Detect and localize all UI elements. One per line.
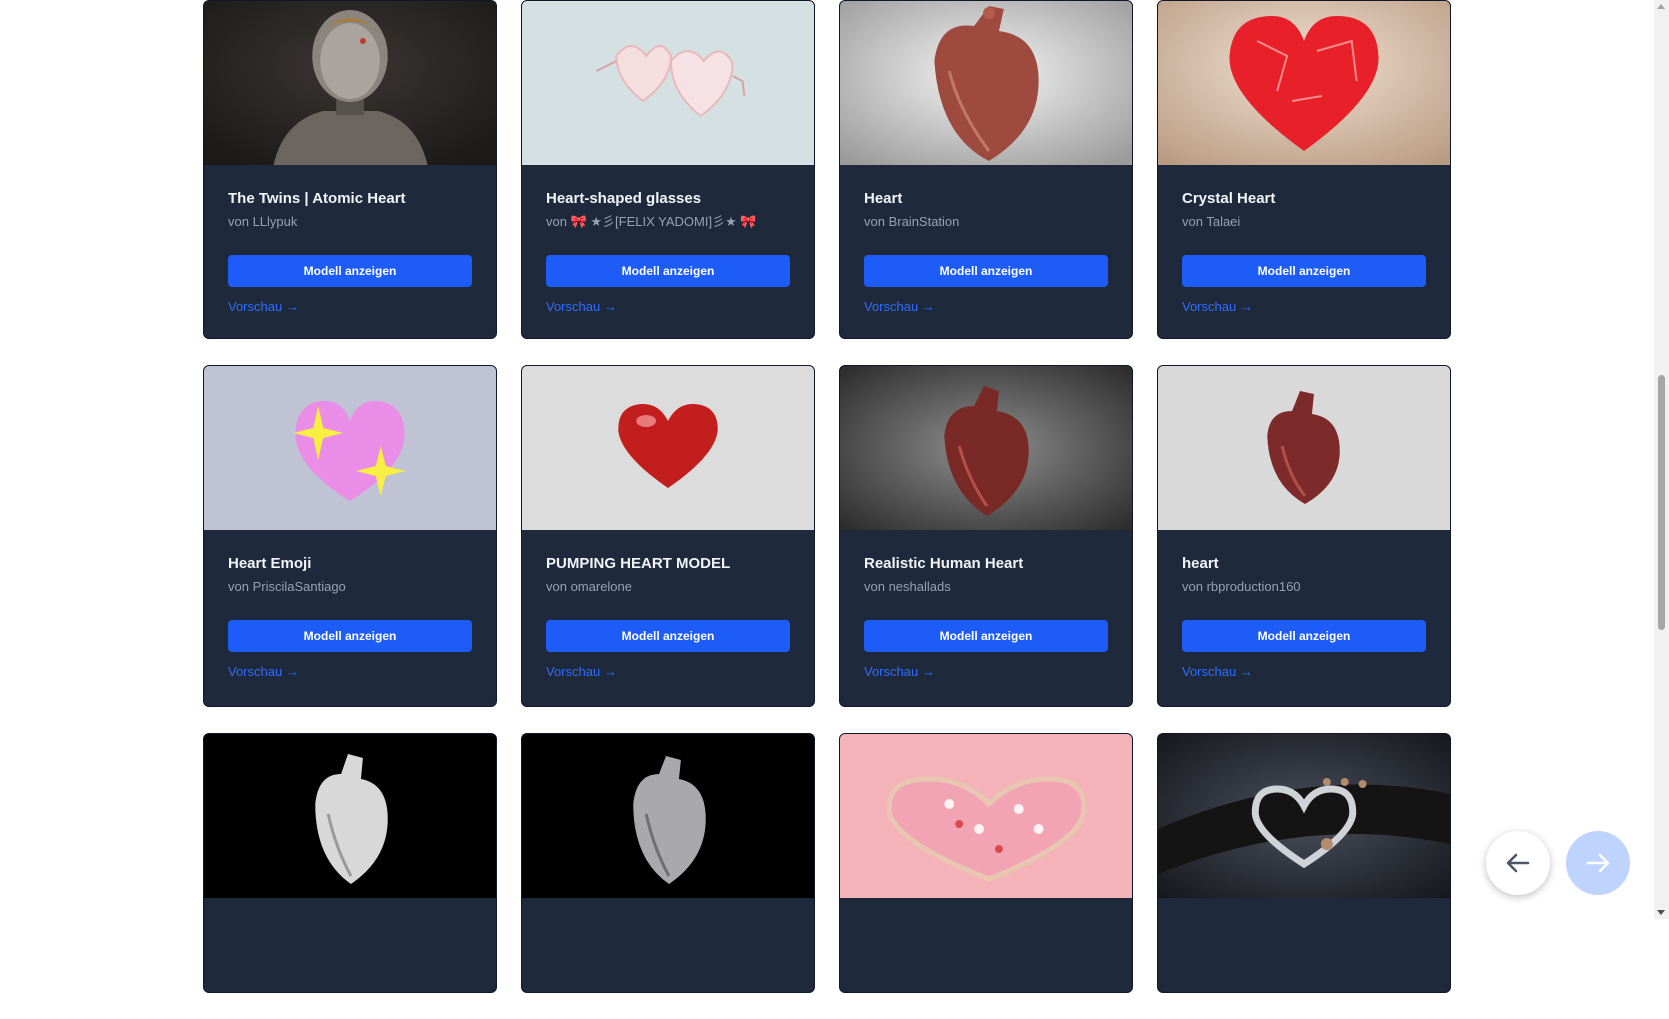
model-title: PUMPING HEART MODEL	[546, 555, 731, 572]
preview-link[interactable]: Vorschau →	[228, 299, 299, 314]
scroll-down-icon[interactable]	[1657, 910, 1665, 915]
view-model-button[interactable]: Modell anzeigen	[1182, 255, 1426, 287]
model-thumbnail[interactable]	[522, 366, 814, 530]
model-author: von 🎀 ★彡[FELIX YADOMI]彡★ 🎀	[546, 214, 757, 229]
model-title: The Twins | Atomic Heart	[228, 190, 406, 207]
model-card	[203, 733, 497, 993]
model-card	[839, 733, 1133, 993]
preview-link[interactable]: Vorschau →	[228, 664, 299, 679]
model-author: von LLlypuk	[228, 214, 298, 229]
arrow-right-icon	[1586, 853, 1610, 873]
model-thumbnail[interactable]	[204, 366, 496, 530]
view-model-button[interactable]: Modell anzeigen	[1182, 620, 1426, 652]
model-card: Crystal Heart von Talaei Modell anzeigen…	[1157, 0, 1451, 339]
previous-page-button[interactable]	[1486, 831, 1550, 895]
model-card: heart von rbproduction160 Modell anzeige…	[1157, 365, 1451, 707]
model-author: von neshallads	[864, 579, 951, 594]
model-card: PUMPING HEART MODEL von omarelone Modell…	[521, 365, 815, 707]
model-title: Realistic Human Heart	[864, 555, 1024, 572]
view-model-button[interactable]: Modell anzeigen	[546, 620, 790, 652]
model-title: Heart-shaped glasses	[546, 190, 702, 207]
model-card: Heart Emoji von PriscilaSantiago Modell …	[203, 365, 497, 707]
vertical-scrollbar[interactable]	[1654, 0, 1669, 919]
model-thumbnail[interactable]	[840, 734, 1132, 898]
view-model-button[interactable]: Modell anzeigen	[864, 255, 1108, 287]
model-card	[1157, 733, 1451, 993]
preview-link[interactable]: Vorschau →	[546, 299, 617, 314]
arrow-left-icon	[1506, 853, 1530, 873]
model-card: Realistic Human Heart von neshallads Mod…	[839, 365, 1133, 707]
view-model-button[interactable]: Modell anzeigen	[228, 620, 472, 652]
model-thumbnail[interactable]	[1158, 1, 1450, 165]
model-thumbnail[interactable]	[1158, 734, 1450, 898]
model-thumbnail[interactable]	[840, 1, 1132, 165]
model-title: Heart Emoji	[228, 555, 312, 572]
model-title: Crystal Heart	[1182, 190, 1276, 207]
model-thumbnail[interactable]	[840, 366, 1132, 530]
model-title: heart	[1182, 555, 1219, 572]
view-model-button[interactable]: Modell anzeigen	[864, 620, 1108, 652]
preview-link[interactable]: Vorschau →	[864, 299, 935, 314]
model-author: von rbproduction160	[1182, 579, 1301, 594]
preview-link[interactable]: Vorschau →	[1182, 299, 1253, 314]
view-model-button[interactable]: Modell anzeigen	[228, 255, 472, 287]
model-thumbnail[interactable]	[522, 734, 814, 898]
model-thumbnail[interactable]	[204, 1, 496, 165]
next-page-button[interactable]	[1566, 831, 1630, 895]
model-thumbnail[interactable]	[204, 734, 496, 898]
view-model-button[interactable]: Modell anzeigen	[546, 255, 790, 287]
preview-link[interactable]: Vorschau →	[546, 664, 617, 679]
model-card: Heart von BrainStation Modell anzeigen V…	[839, 0, 1133, 339]
scroll-up-icon[interactable]	[1657, 4, 1665, 9]
preview-link[interactable]: Vorschau →	[1182, 664, 1253, 679]
model-card: The Twins | Atomic Heart von LLlypuk Mod…	[203, 0, 497, 339]
model-card: Heart-shaped glasses von 🎀 ★彡[FELIX YADO…	[521, 0, 815, 339]
preview-link[interactable]: Vorschau →	[864, 664, 935, 679]
scrollbar-thumb[interactable]	[1658, 375, 1665, 630]
model-title: Heart	[864, 190, 903, 207]
model-thumbnail[interactable]	[522, 1, 814, 165]
model-thumbnail[interactable]	[1158, 366, 1450, 530]
model-grid: The Twins | Atomic Heart von LLlypuk Mod…	[203, 0, 1451, 1019]
model-author: von PriscilaSantiago	[228, 579, 346, 594]
model-author: von omarelone	[546, 579, 632, 594]
model-card	[521, 733, 815, 993]
model-author: von BrainStation	[864, 214, 960, 229]
model-author: von Talaei	[1182, 214, 1241, 229]
